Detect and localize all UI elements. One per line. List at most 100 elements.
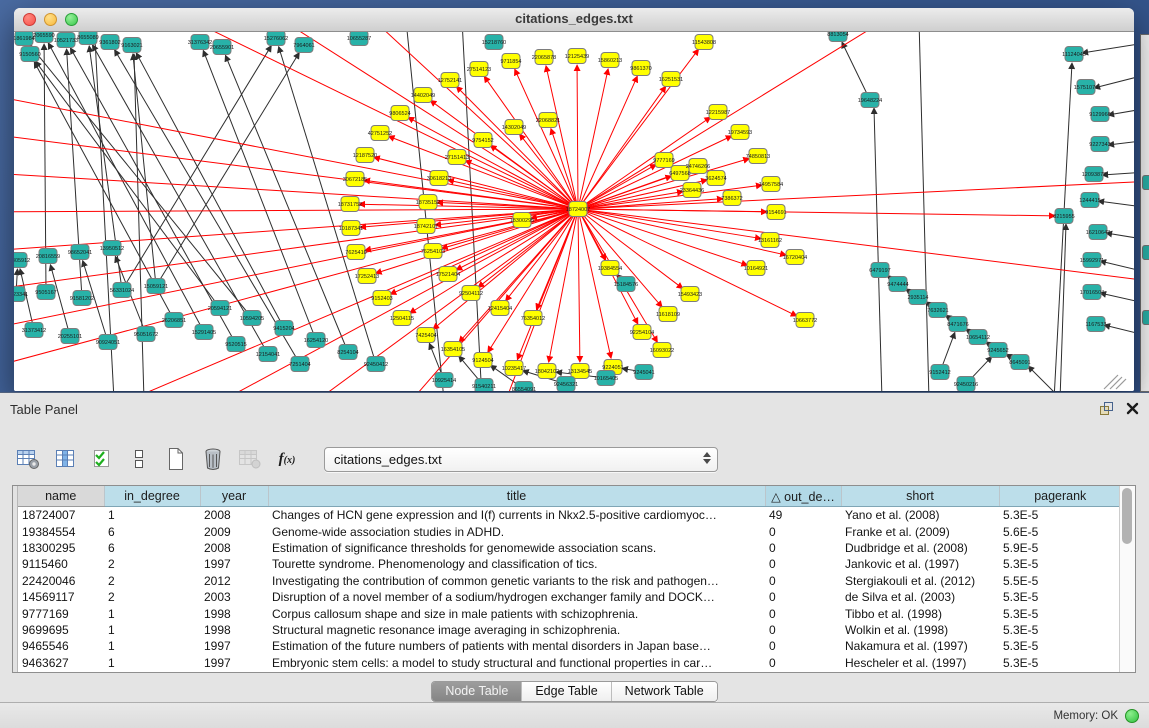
tab-node-table[interactable]: Node Table — [432, 682, 521, 701]
network-node[interactable]: 10521733 — [54, 33, 78, 48]
table-cell[interactable]: 9463627 — [18, 655, 104, 671]
table-cell[interactable]: de Silva et al. (2003) — [841, 589, 999, 605]
table-cell[interactable]: 0 — [765, 556, 841, 572]
network-node[interactable]: 27514123 — [467, 62, 491, 77]
network-view[interactable]: 1872400722065878971185427514123127521411… — [14, 32, 1134, 391]
table-cell[interactable]: Disruption of a novel member of a sodium… — [268, 589, 765, 605]
table-cell[interactable]: 0 — [765, 523, 841, 539]
table-cell[interactable]: 6 — [104, 523, 200, 539]
network-node[interactable]: 7425404 — [415, 328, 436, 343]
table-cell[interactable]: 1 — [104, 507, 200, 524]
table-cell[interactable]: 1 — [104, 638, 200, 654]
table-cell[interactable]: 1998 — [200, 622, 268, 638]
network-node[interactable]: 14957584 — [759, 177, 783, 192]
network-node[interactable]: 10594205 — [240, 311, 264, 326]
network-node[interactable]: 18742107 — [414, 219, 438, 234]
network-node[interactable]: 2935114 — [907, 290, 928, 305]
column-header-out_de[interactable]: △ out_de… — [765, 486, 841, 507]
network-node[interactable]: 91540211 — [472, 379, 496, 392]
table-cell[interactable]: 1 — [104, 655, 200, 671]
table-cell[interactable]: 14569117 — [18, 589, 104, 605]
network-node[interactable]: 9474444 — [887, 277, 908, 292]
table-cell[interactable]: 0 — [765, 638, 841, 654]
row-height-icon[interactable] — [125, 445, 153, 473]
column-header-short[interactable]: short — [841, 486, 999, 507]
table-cell[interactable]: 1997 — [200, 556, 268, 572]
network-node[interactable]: 1244415 — [1079, 193, 1100, 208]
table-cell[interactable]: Stergiakouli et al. (2012) — [841, 573, 999, 589]
network-node[interactable]: 30672185 — [343, 172, 367, 187]
network-node[interactable]: 16720404 — [783, 250, 807, 265]
tab-edge-table[interactable]: Edge Table — [521, 682, 610, 701]
table-cell[interactable]: Structural magnetic resonance image aver… — [268, 622, 765, 638]
network-node[interactable]: 16254120 — [304, 333, 328, 348]
table-row[interactable]: 2242004622012Investigating the contribut… — [18, 573, 1121, 589]
network-node[interactable]: 8655089 — [77, 32, 98, 45]
table-cell[interactable]: 2008 — [200, 507, 268, 524]
network-node[interactable]: 9245652 — [987, 343, 1008, 358]
memory-status-indicator[interactable] — [1125, 709, 1139, 723]
tab-network-table[interactable]: Network Table — [611, 682, 717, 701]
table-cell[interactable]: Franke et al. (2009) — [841, 523, 999, 539]
close-panel-icon[interactable] — [1126, 402, 1139, 420]
network-node[interactable]: 9861370 — [630, 61, 651, 76]
table-cell[interactable]: 5.3E-5 — [999, 589, 1121, 605]
network-node[interactable]: 9124504 — [472, 353, 493, 368]
column-header-pagerank[interactable]: pagerank — [999, 486, 1121, 507]
network-node[interactable]: 24746266 — [686, 159, 710, 174]
network-node[interactable]: 19648224 — [858, 93, 882, 108]
network-node[interactable]: 8254104 — [337, 345, 358, 360]
table-cell[interactable]: 1997 — [200, 638, 268, 654]
table-cell[interactable]: Wolkin et al. (1998) — [841, 622, 999, 638]
table-cell[interactable]: 18300295 — [18, 540, 104, 556]
table-cell[interactable]: Estimation of the future numbers of pati… — [268, 638, 765, 654]
network-node[interactable]: 15751074 — [1074, 80, 1098, 95]
network-node[interactable]: 12187520 — [353, 148, 377, 163]
delete-entries-icon[interactable] — [199, 445, 227, 473]
network-node[interactable]: 20255101 — [58, 329, 82, 344]
table-cell[interactable]: 5.6E-5 — [999, 523, 1121, 539]
network-node[interactable]: 9754152 — [472, 133, 493, 148]
network-node[interactable]: 12215987 — [706, 105, 730, 120]
network-node[interactable]: 26206851 — [162, 313, 186, 328]
column-header-name[interactable]: name — [18, 486, 104, 507]
network-node[interactable]: 18731752 — [338, 197, 362, 212]
table-cell[interactable]: 2 — [104, 573, 200, 589]
network-node[interactable]: 10805912 — [14, 253, 30, 268]
table-cell[interactable]: Corpus callosum shape and size in male p… — [268, 605, 765, 621]
network-node[interactable]: 23364436 — [680, 183, 704, 198]
table-cell[interactable]: Tourette syndrome. Phenomenology and cla… — [268, 556, 765, 572]
network-node[interactable]: 56331024 — [110, 283, 134, 298]
table-settings-icon[interactable] — [14, 445, 42, 473]
network-node[interactable]: 10925414 — [432, 373, 456, 388]
network-node[interactable]: 16354105 — [441, 342, 465, 357]
network-node[interactable]: 16251531 — [659, 72, 683, 87]
network-node[interactable]: 31373412 — [22, 323, 46, 338]
network-node[interactable]: 92456321 — [554, 377, 578, 392]
network-node[interactable]: 9777169 — [653, 153, 674, 168]
network-node[interactable]: 16723341 — [14, 287, 28, 302]
network-canvas[interactable]: 1872400722065878971185427514123127521411… — [14, 32, 1134, 391]
select-columns-icon[interactable] — [88, 445, 116, 473]
network-node[interactable]: 15276062 — [264, 32, 288, 46]
network-node[interactable]: 20594121 — [208, 301, 232, 316]
network-node[interactable]: 10655287 — [347, 32, 371, 46]
table-row[interactable]: 946554611997Estimation of the future num… — [18, 638, 1121, 654]
table-cell[interactable]: 6 — [104, 540, 200, 556]
network-node[interactable]: 12125439 — [565, 49, 589, 64]
network-node[interactable]: 42751252 — [368, 126, 392, 141]
network-node[interactable]: 7386372 — [721, 191, 742, 206]
network-node[interactable]: 7625410 — [345, 245, 366, 260]
network-node[interactable]: 22068821 — [536, 113, 560, 128]
table-row[interactable]: 1872400712008Changes of HCN gene express… — [18, 507, 1121, 524]
network-node[interactable]: 76254103 — [421, 244, 445, 259]
table-cell[interactable]: 0 — [765, 589, 841, 605]
network-node[interactable]: 9152412 — [929, 365, 950, 380]
table-cell[interactable]: Jankovic et al. (1997) — [841, 556, 999, 572]
table-cell[interactable]: 5.3E-5 — [999, 622, 1121, 638]
table-cell[interactable]: 0 — [765, 573, 841, 589]
network-node[interactable]: 10654112 — [966, 330, 990, 345]
network-node[interactable]: 13161162 — [758, 233, 782, 248]
network-node[interactable]: 9152403 — [371, 291, 392, 306]
network-node[interactable]: 12415404 — [488, 301, 512, 316]
